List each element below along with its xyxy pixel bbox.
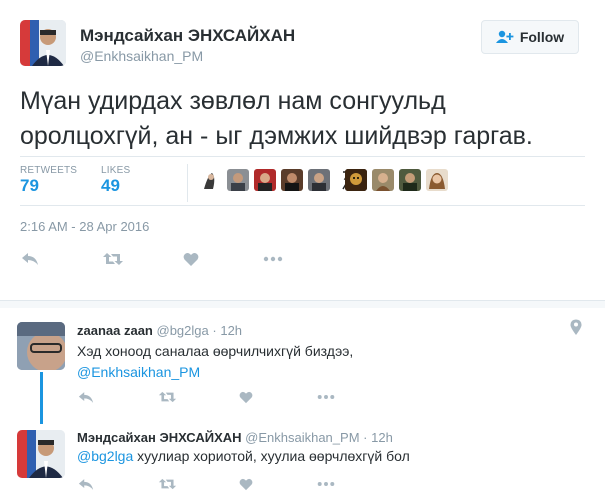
retweet-button[interactable] [100,248,126,270]
add-user-icon [495,30,514,43]
liker-avatar[interactable] [254,169,276,191]
likes-count: 49 [101,176,120,195]
reply-icon [78,391,94,403]
reply-author-handle[interactable]: @bg2lga [157,323,209,338]
reply-icon [78,478,94,490]
retweet-icon [158,478,176,490]
like-button[interactable] [180,248,202,270]
more-button[interactable] [261,248,285,270]
stats-divider-bottom [20,205,585,206]
reply-like-button[interactable] [236,387,256,407]
reply-author-name[interactable]: Мэндсайхан ЭНХСАЙХАН [77,430,242,445]
tweet-text-line-2: оролцохгүй, ан - ыг дэмжих шийдвэр гарга… [20,122,533,150]
author-avatar[interactable] [20,20,66,66]
retweet-icon [158,391,176,403]
reply-text-body: хуулиар хориотой, хуулиа өөрчлөхгүй бол [133,448,410,464]
liker-avatar[interactable] [372,169,394,191]
liker-avatar[interactable] [426,169,448,191]
location-pin-icon [570,319,582,335]
liker-avatar[interactable] [399,169,421,191]
reply-text-body: Хэд хоноод саналаа өөрчилчихгүй биздээ, [77,343,354,359]
more-icon [263,256,283,262]
reply-avatar[interactable] [17,430,65,478]
reply-button[interactable] [18,248,42,270]
likes-stat[interactable]: LIKES 49 [101,165,130,196]
thread-connector [40,372,43,424]
replies-divider [0,300,605,301]
reply-time[interactable]: 12h [220,323,242,338]
reply-reply-button[interactable] [75,387,97,407]
reply-author-handle[interactable]: @Enkhsaikhan_PM [245,430,359,445]
reply-avatar[interactable] [17,322,65,370]
liker-avatar[interactable] [345,169,367,191]
more-icon [317,395,335,399]
reply-author-name[interactable]: zaanaa zaan [77,323,153,338]
liker-avatar[interactable] [308,169,330,191]
tweet-timestamp[interactable]: 2:16 AM - 28 Apr 2016 [20,219,149,234]
retweet-icon [103,253,123,265]
reply-separator: · [212,323,217,338]
reply-more-button[interactable] [315,474,337,494]
stats-vertical-divider [187,164,188,202]
liker-avatar[interactable] [281,169,303,191]
follow-button-label: Follow [519,29,565,45]
likes-label: LIKES [101,165,131,176]
retweets-stat[interactable]: RETWEETS 79 [20,165,77,196]
tweet-text-line-1: Мүан удирдах зөвлөл нам сонгуульд [20,87,446,115]
retweets-count: 79 [20,176,39,195]
heart-icon [239,478,253,490]
heart-icon [239,391,253,403]
reply-text: @bg2lga хуулиар хориотой, хуулиа өөрчлөх… [77,446,410,467]
reply-retweet-button[interactable] [155,387,179,407]
reply-more-button[interactable] [315,387,337,407]
reply-like-button[interactable] [236,474,256,494]
heart-icon [183,252,199,266]
reply-mention-link[interactable]: @bg2lga [77,448,133,464]
liker-avatar[interactable] [200,169,222,191]
follow-button[interactable]: Follow [481,20,579,54]
reply-retweet-button[interactable] [155,474,179,494]
author-handle[interactable]: @Enkhsaikhan_PM [80,48,203,64]
tweet-text: Мүан удирдах зөвлөл нам сонгуульд оролцо… [20,84,533,154]
retweets-label: RETWEETS [20,165,78,176]
reply-reply-button[interactable] [75,474,97,494]
more-icon [317,482,335,486]
liker-avatar[interactable] [227,169,249,191]
reply-time[interactable]: 12h [371,430,393,445]
stats-divider-top [20,156,585,157]
reply-text: Хэд хоноод саналаа өөрчилчихгүй биздээ, … [77,341,353,383]
reply-separator: · [363,430,368,445]
reply-header: zaanaa zaan @bg2lga · 12h [77,323,242,338]
reply-icon [22,253,38,265]
location-pin[interactable] [568,318,584,336]
reply-mention-link[interactable]: @Enkhsaikhan_PM [77,362,353,383]
reply-header: Мэндсайхан ЭНХСАЙХАН @Enkhsaikhan_PM · 1… [77,430,393,445]
author-name[interactable]: Мэндсайхан ЭНХСАЙХАН [80,26,295,46]
